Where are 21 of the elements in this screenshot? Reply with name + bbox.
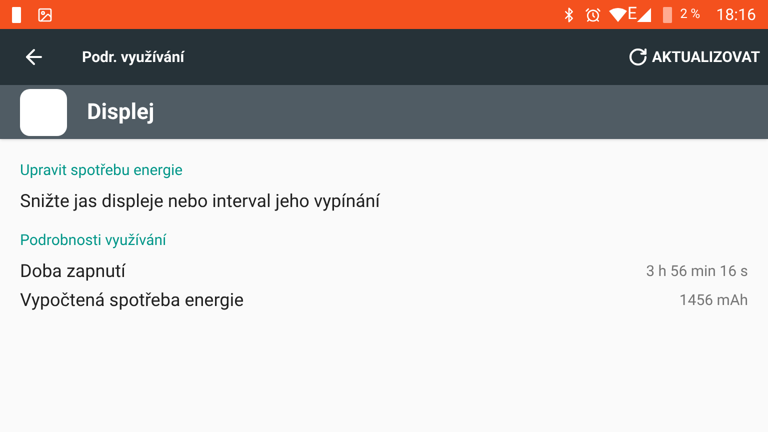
battery-percent: 2 % — [680, 6, 700, 24]
app-name: Displej — [87, 98, 154, 126]
battery-alert-icon — [12, 6, 21, 22]
screen-title: Podr. využívání — [82, 46, 184, 68]
network-type: E — [627, 6, 638, 23]
image-icon — [37, 6, 53, 22]
app-icon — [20, 88, 67, 136]
wifi-icon — [609, 8, 628, 22]
section-title: Upravit spotřebu energie — [20, 160, 184, 181]
refresh-button[interactable]: AKTUALIZOVAT — [628, 46, 760, 68]
stat-label: Vypočtená spotřeba energie — [20, 289, 244, 313]
section-title: Podrobnosti využívání — [20, 230, 168, 250]
clock: 18:16 — [716, 4, 756, 26]
stat-value: 3 h 56 min 16 s — [646, 261, 748, 282]
battery-icon — [663, 6, 672, 22]
alarm-icon — [585, 6, 602, 22]
setting-link[interactable]: Snižte jas displeje nebo interval jeho vypínání — [20, 188, 748, 214]
stat-label: Doba zapnutí — [20, 260, 126, 284]
stat-value: 1456 mAh — [679, 290, 748, 312]
signal-icon — [637, 8, 652, 22]
refresh-icon — [628, 47, 648, 67]
